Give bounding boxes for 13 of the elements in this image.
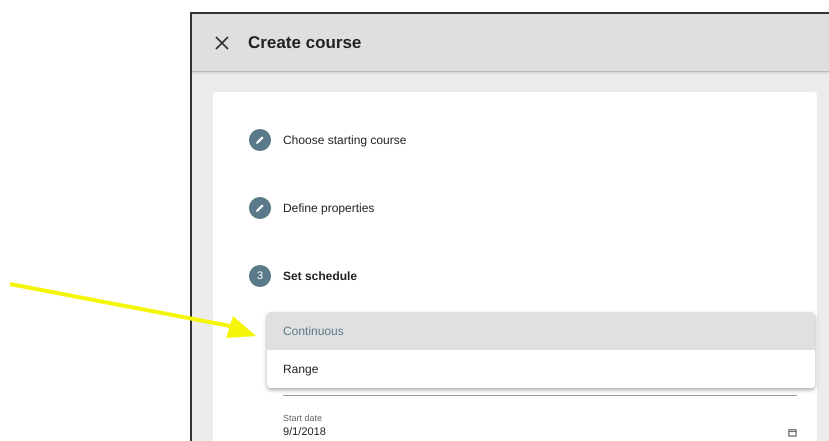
- close-icon: [215, 36, 229, 50]
- step-number: 3: [249, 265, 271, 287]
- dialog-title: Create course: [248, 32, 362, 54]
- date-field[interactable]: 9/1/2018: [283, 426, 797, 440]
- field-label: Start date: [283, 412, 324, 425]
- pencil-icon: [249, 129, 271, 151]
- step-label: Define properties: [283, 200, 374, 217]
- step-label: Set schedule: [283, 268, 358, 285]
- step-label: Choose starting course: [283, 132, 406, 149]
- pencil-icon: [249, 197, 271, 219]
- menu-option[interactable]: Range: [267, 350, 815, 388]
- calendar-icon: [788, 428, 797, 437]
- close-button[interactable]: [214, 34, 230, 50]
